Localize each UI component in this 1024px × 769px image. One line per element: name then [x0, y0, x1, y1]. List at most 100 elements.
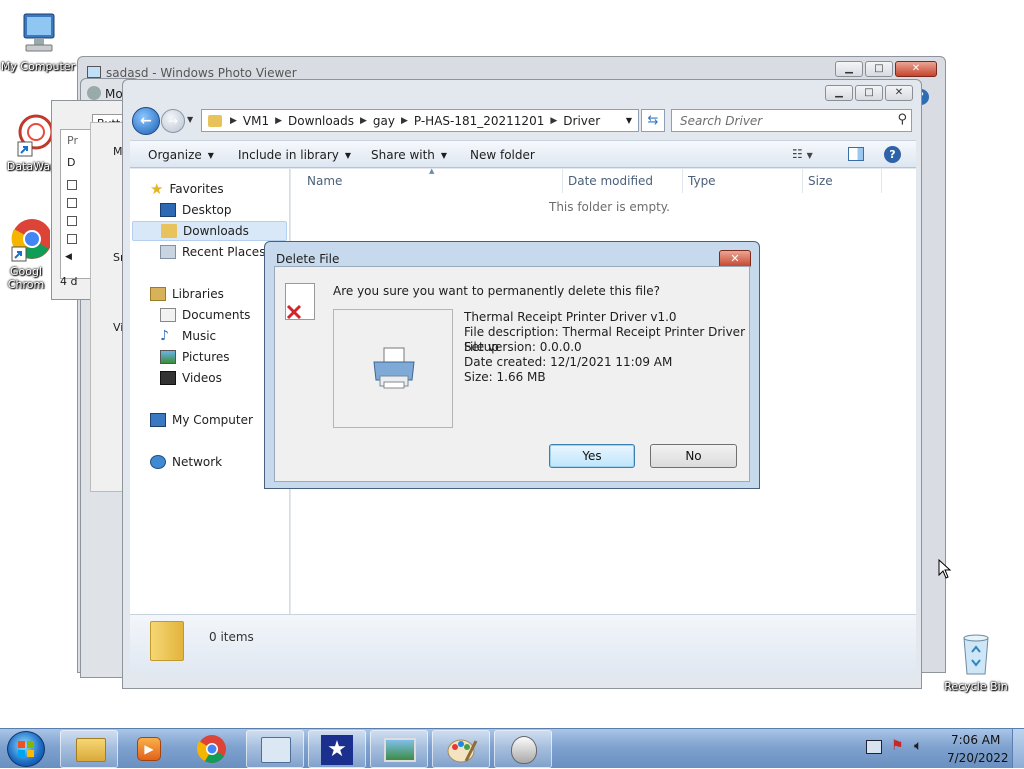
minimize-button[interactable]: ▁: [835, 61, 863, 77]
taskbar-chrome[interactable]: [183, 730, 241, 768]
view-options-button[interactable]: ☷ ▼: [792, 147, 813, 161]
desktop-icon-my-computer[interactable]: My Computer: [0, 10, 76, 73]
desktop-icon-label: Recycle Bin: [944, 680, 1008, 693]
network-tray-icon[interactable]: [866, 740, 882, 754]
date-created: Date created: 12/1/2021 11:09 AM: [464, 355, 673, 369]
forward-button[interactable]: →: [161, 109, 185, 133]
nav-network[interactable]: Network: [150, 452, 222, 472]
documents-icon: [160, 308, 176, 322]
taskbar-star-app[interactable]: ★: [308, 730, 366, 768]
recent-pages-caret[interactable]: ▼: [187, 115, 193, 124]
paint-icon: [447, 739, 478, 763]
column-divider: [682, 169, 683, 193]
taskbar-photo-viewer[interactable]: [370, 730, 428, 768]
delete-document-icon: [285, 283, 315, 320]
address-dropdown-icon[interactable]: ▼: [626, 116, 632, 125]
desktop-icon-chrome[interactable]: Googl Chrom: [0, 215, 56, 291]
refresh-button[interactable]: ⇆: [641, 109, 665, 132]
nav-pictures[interactable]: Pictures: [160, 347, 230, 367]
nav-my-computer[interactable]: My Computer: [150, 410, 253, 430]
scroll-left-arrow[interactable]: ◀: [65, 252, 72, 262]
mouse-cursor-icon: [938, 558, 952, 582]
breadcrumb-item[interactable]: Driver: [563, 114, 600, 128]
nav-libraries[interactable]: Libraries: [150, 284, 224, 304]
nav-recent-places[interactable]: Recent Places: [160, 242, 265, 262]
nav-downloads[interactable]: Downloads: [132, 221, 287, 241]
organize-label: Organize: [148, 148, 202, 162]
dialog-body: Are you sure you want to permanently del…: [274, 266, 750, 482]
file-version: File version: 0.0.0.0: [464, 340, 582, 354]
maximize-button[interactable]: □: [865, 61, 893, 77]
downloads-folder-icon: [161, 224, 177, 238]
column-type[interactable]: Type: [688, 169, 716, 193]
folder-large-icon: [150, 621, 184, 661]
maximize-button[interactable]: □: [855, 85, 883, 101]
minimize-button[interactable]: ▁: [825, 85, 853, 101]
taskbar-paint[interactable]: [432, 730, 490, 768]
include-in-library-menu[interactable]: Include in library ▼: [238, 148, 351, 162]
nav-label: Desktop: [182, 203, 232, 217]
breadcrumb-item[interactable]: Downloads: [288, 114, 354, 128]
breadcrumb-item[interactable]: P-HAS-181_20211201: [414, 114, 544, 128]
close-icon: ✕: [730, 252, 740, 265]
status-item-count: 0 items: [209, 630, 254, 644]
dialog-title: Delete File: [276, 252, 340, 266]
preview-pane-button[interactable]: [848, 147, 864, 161]
column-divider: [562, 169, 563, 193]
taskbar-control-panel[interactable]: [246, 730, 304, 768]
address-bar[interactable]: ▶ VM1 ▶ Downloads ▶ gay ▶ P-HAS-181_2021…: [201, 109, 639, 132]
taskbar-media-player[interactable]: ▶: [121, 730, 179, 768]
breadcrumb-item[interactable]: gay: [373, 114, 395, 128]
clock-date[interactable]: 7/20/2022: [947, 751, 1009, 765]
computer-icon: [14, 10, 62, 58]
new-folder-button[interactable]: New folder: [470, 148, 535, 162]
volume-icon[interactable]: 🔈︎: [914, 738, 922, 754]
taskbar-explorer[interactable]: [60, 730, 118, 768]
photo-viewer-icon: [384, 738, 416, 762]
chevron-down-icon: ▼: [207, 150, 214, 160]
command-bar: Organize ▼ Include in library ▼ Share with…: [130, 140, 916, 168]
column-divider: [802, 169, 803, 193]
nav-label: Recent Places: [182, 245, 266, 259]
desktop-icon-label: My Computer: [0, 60, 76, 73]
nav-favorites[interactable]: ★ Favorites: [150, 179, 224, 199]
delete-file-dialog[interactable]: Delete File ✕ Are you sure you want to p…: [264, 241, 760, 489]
breadcrumb-separator: ▶: [400, 115, 408, 126]
chevron-down-icon: ▼: [344, 150, 352, 160]
yes-button[interactable]: Yes: [549, 444, 635, 468]
action-center-icon[interactable]: ⚑: [891, 738, 904, 754]
nav-documents[interactable]: Documents: [160, 305, 250, 325]
share-with-menu[interactable]: Share with ▼: [371, 148, 447, 162]
nav-music[interactable]: ♪ Music: [160, 326, 216, 346]
chrome-icon: [2, 215, 52, 263]
nav-desktop[interactable]: Desktop: [160, 200, 232, 220]
computer-icon: [150, 413, 166, 427]
column-name[interactable]: Name: [307, 169, 342, 193]
pictures-icon: [160, 350, 176, 364]
control-panel-icon: [261, 737, 291, 763]
back-button[interactable]: ←: [132, 107, 160, 135]
nav-label: Documents: [182, 308, 251, 322]
settings-pr-label: Pr: [67, 134, 78, 147]
search-input[interactable]: Search Driver ⚲: [671, 109, 912, 132]
start-button[interactable]: [7, 731, 45, 767]
new-folder-label: New folder: [470, 148, 535, 162]
show-desktop-button[interactable]: [1012, 729, 1024, 768]
desktop-icon: [160, 203, 176, 217]
clock-time[interactable]: 7:06 AM: [951, 733, 1000, 747]
star-icon: ★: [150, 180, 164, 198]
breadcrumb-item[interactable]: VM1: [243, 114, 269, 128]
taskbar-mouse-app[interactable]: [494, 730, 552, 768]
nav-label: Pictures: [182, 350, 230, 364]
desktop-icon-recycle-bin[interactable]: Recycle Bin: [938, 630, 1014, 693]
help-button[interactable]: ?: [884, 146, 901, 163]
no-button[interactable]: No: [650, 444, 737, 468]
organize-menu[interactable]: Organize ▼: [148, 148, 214, 162]
close-button[interactable]: ✕: [885, 85, 913, 101]
nav-videos[interactable]: Videos: [160, 368, 222, 388]
mouse-icon: [511, 736, 537, 764]
column-date-modified[interactable]: Date modified: [568, 169, 653, 193]
close-button[interactable]: ✕: [895, 61, 937, 77]
details-pane: 0 items: [130, 614, 916, 674]
column-size[interactable]: Size: [808, 169, 833, 193]
